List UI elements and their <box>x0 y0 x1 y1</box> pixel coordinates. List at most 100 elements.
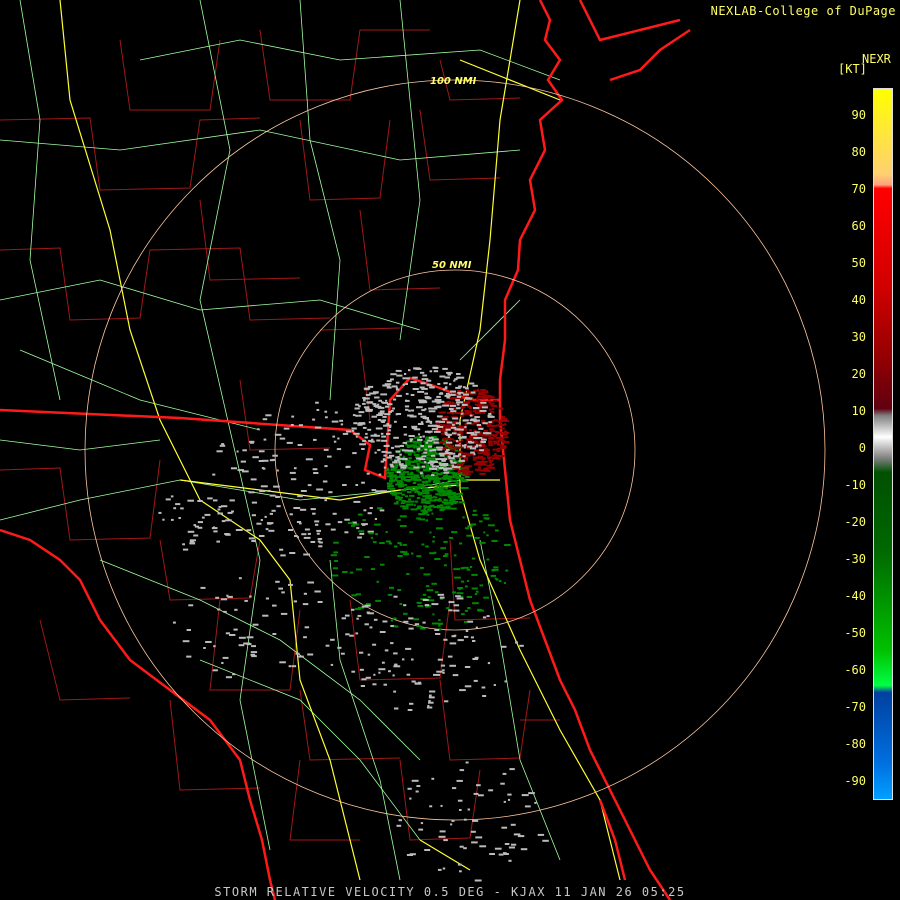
echo-cell <box>355 632 359 635</box>
echo-cell <box>362 519 366 522</box>
echo-cell <box>409 797 412 800</box>
echo-cell <box>492 454 499 457</box>
echo-cell <box>422 468 428 471</box>
echo-cell <box>479 461 486 464</box>
echo-cell <box>182 548 189 551</box>
echo-cell <box>404 399 408 402</box>
echo-cell <box>413 428 421 431</box>
echo-cell <box>378 473 382 476</box>
echo-cell <box>487 524 495 527</box>
echo-cell <box>450 410 457 413</box>
echo-cell <box>486 534 489 537</box>
echo-cell <box>470 523 476 526</box>
echo-cell <box>412 376 418 379</box>
echo-cell <box>438 400 445 403</box>
echo-cell <box>390 373 397 376</box>
echo-cell <box>461 468 466 471</box>
echo-cell <box>410 464 416 467</box>
echo-cell <box>367 653 371 656</box>
echo-cell <box>474 468 480 471</box>
echo-cell <box>377 406 385 409</box>
colorbar-tick: -60 <box>844 663 866 677</box>
echo-cell <box>369 626 373 629</box>
echo-cell <box>221 505 228 508</box>
echo-cell <box>428 410 436 413</box>
echo-cell <box>517 835 525 838</box>
echo-cell <box>488 408 492 411</box>
echo-cell <box>498 455 505 457</box>
echo-cell <box>237 469 244 472</box>
echo-cell <box>480 401 487 404</box>
echo-cell <box>438 467 444 469</box>
echo-cell <box>460 439 463 442</box>
echo-cell <box>470 636 474 639</box>
echo-cell <box>440 664 445 667</box>
echo-cell <box>165 498 171 501</box>
echo-cell <box>497 443 503 446</box>
echo-cell <box>457 639 464 642</box>
echo-cell <box>464 401 470 404</box>
echo-cell <box>442 388 446 391</box>
echo-cell <box>430 452 437 455</box>
echo-cell <box>391 464 394 467</box>
echo-cell <box>386 380 392 383</box>
echo-cell <box>355 403 360 406</box>
echo-cell <box>456 395 462 398</box>
echo-cell <box>342 484 347 486</box>
echo-cell <box>340 652 345 655</box>
echo-cell <box>382 415 387 418</box>
echo-cell <box>413 504 416 507</box>
echo-cell <box>478 444 482 447</box>
echo-cell <box>397 555 403 557</box>
echo-cell <box>471 557 476 560</box>
colorbar-tick: 50 <box>851 256 866 270</box>
echo-cell <box>372 403 377 406</box>
colorbar-tick: 10 <box>851 404 866 418</box>
echo-cell <box>378 668 386 671</box>
echo-cell <box>398 498 402 501</box>
echo-cell <box>397 496 404 499</box>
echo-cell <box>424 392 428 395</box>
echo-cell <box>410 471 414 474</box>
echo-cell <box>438 452 446 455</box>
echo-cell <box>269 512 273 515</box>
echo-cell <box>445 428 451 431</box>
echo-cell <box>275 580 280 583</box>
echo-cell <box>413 466 420 469</box>
echo-cell <box>444 553 449 556</box>
echo-cell <box>314 590 321 593</box>
echo-cell <box>303 636 307 639</box>
colorbar-tick: 0 <box>858 441 866 455</box>
echo-cell <box>438 835 446 838</box>
echo-cell <box>276 469 279 472</box>
echo-cell <box>459 809 462 811</box>
echo-cell <box>188 604 194 607</box>
echo-cell <box>472 819 479 822</box>
echo-cell <box>511 843 517 846</box>
echo-cell <box>410 394 415 396</box>
echo-cell <box>395 483 402 486</box>
echo-cell <box>467 607 471 609</box>
echo-cell <box>457 389 462 392</box>
echo-cell <box>437 593 445 596</box>
echo-cell <box>435 591 439 594</box>
echo-cell <box>354 608 361 611</box>
echo-cell <box>393 502 399 505</box>
echo-cell <box>474 418 477 421</box>
echo-cell <box>481 686 486 689</box>
echo-cell <box>362 397 366 399</box>
echo-cell <box>313 438 317 441</box>
echo-cell <box>387 484 393 487</box>
echo-cell <box>434 499 437 502</box>
echo-cell <box>390 619 393 622</box>
echo-cell <box>528 792 535 795</box>
echo-cell <box>446 449 450 451</box>
echo-cell <box>490 574 496 577</box>
echo-cell <box>434 496 438 499</box>
echo-cell <box>441 411 446 414</box>
echo-cell <box>289 471 296 474</box>
echo-cell <box>503 853 509 855</box>
echo-cell <box>257 428 260 431</box>
echo-cell <box>358 530 365 533</box>
echo-cell <box>501 826 508 829</box>
